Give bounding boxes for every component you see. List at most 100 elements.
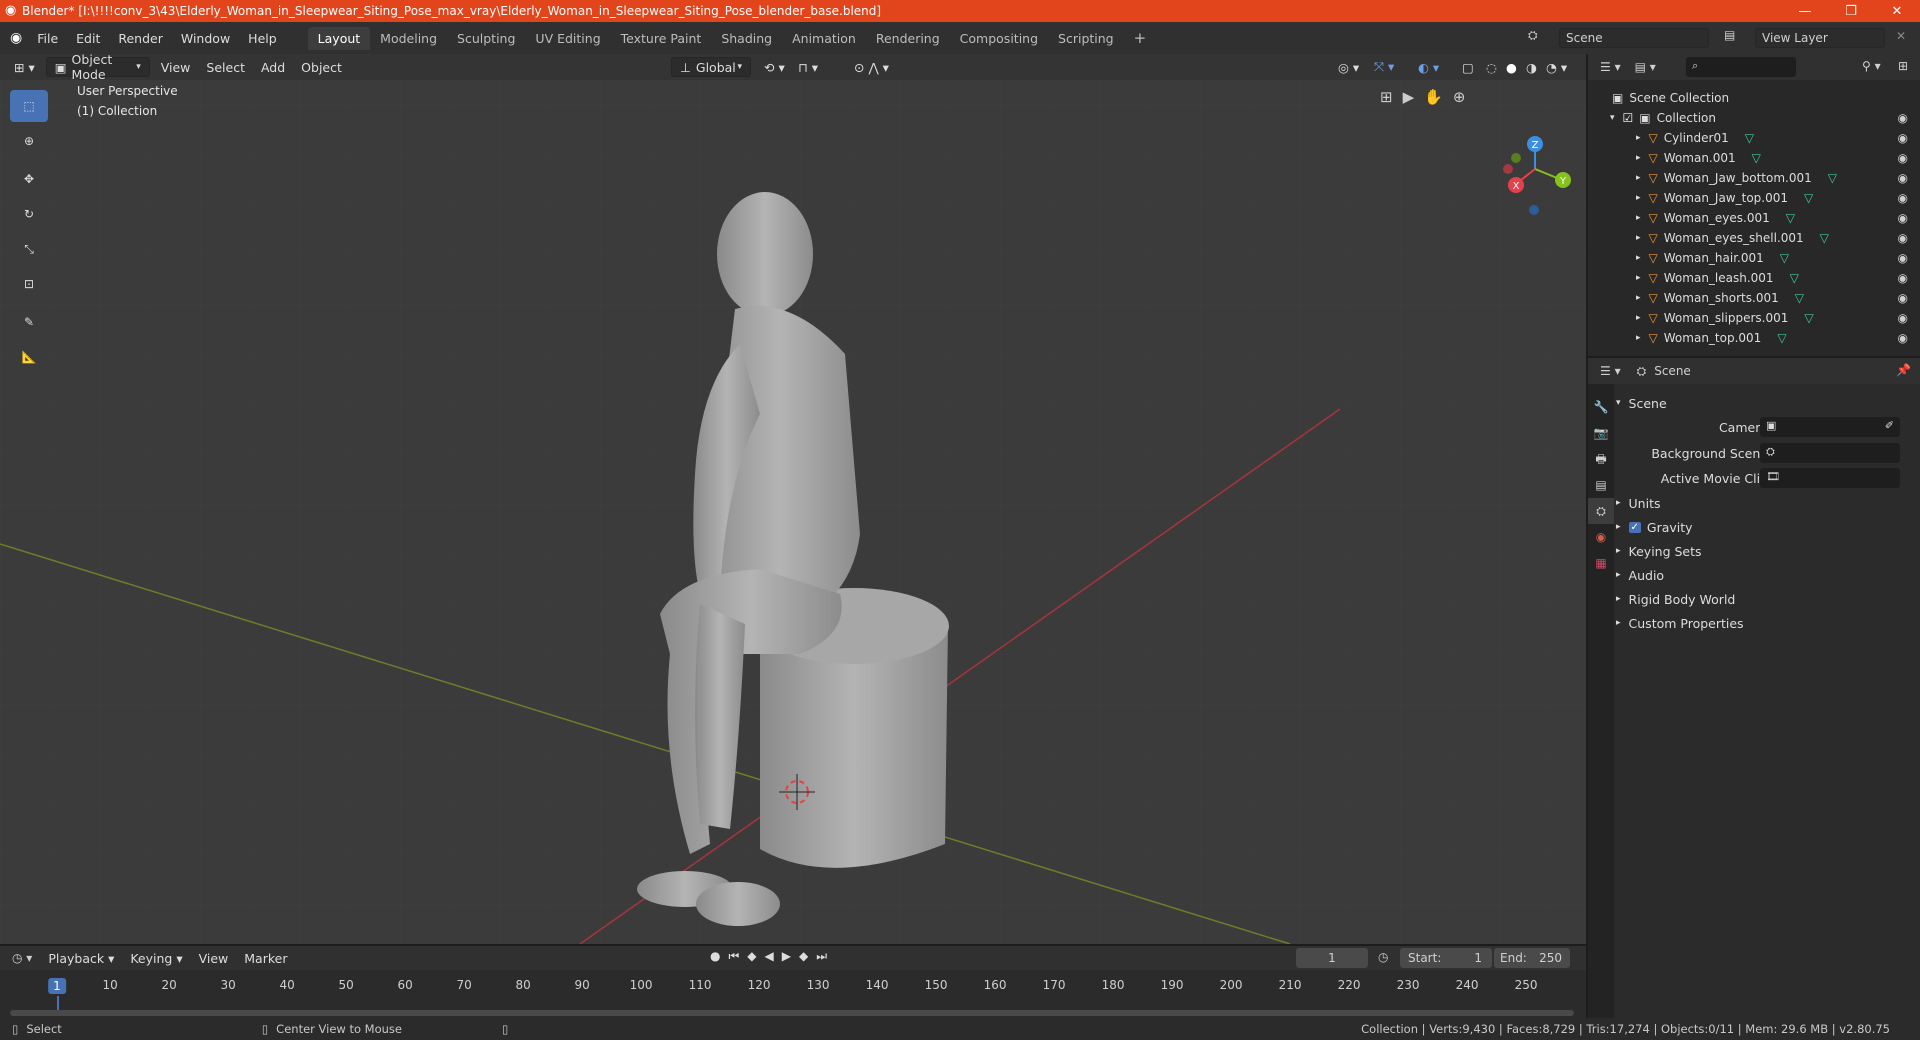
scale-tool[interactable]: ⤡: [10, 233, 48, 265]
tab-compositing[interactable]: Compositing: [950, 27, 1048, 50]
expand-arrow-icon[interactable]: ▸: [1636, 213, 1641, 223]
render-tab-icon[interactable]: 📷: [1588, 420, 1614, 446]
mesh-data-icon[interactable]: ▽: [1795, 291, 1804, 305]
outliner-object-row[interactable]: ▸ ▽ Woman_shorts.001 ▽ ◉: [1588, 288, 1920, 308]
mesh-data-icon[interactable]: ▽: [1820, 231, 1829, 245]
mesh-data-icon[interactable]: ▽: [1804, 311, 1813, 325]
outliner-object-row[interactable]: ▸ ▽ Woman_Jaw_top.001 ▽ ◉: [1588, 188, 1920, 208]
eye-icon[interactable]: ◉: [1898, 291, 1908, 305]
scene-tab-icon[interactable]: ⛭: [1588, 498, 1614, 524]
jump-end-icon[interactable]: ⏭: [816, 949, 827, 964]
play-icon[interactable]: ▶: [782, 949, 791, 964]
expand-arrow-icon[interactable]: ▸: [1636, 193, 1641, 203]
menu-marker[interactable]: Marker: [236, 948, 295, 968]
mesh-data-icon[interactable]: ▽: [1790, 271, 1799, 285]
expand-arrow-icon[interactable]: ▸: [1636, 313, 1641, 323]
expand-arrow-icon[interactable]: ▸: [1636, 293, 1641, 303]
tab-scripting[interactable]: Scripting: [1048, 27, 1124, 50]
eye-icon[interactable]: ◉: [1898, 131, 1908, 145]
menu-window[interactable]: Window: [172, 31, 239, 46]
checkbox-icon[interactable]: ☑: [1623, 111, 1634, 125]
close-button[interactable]: ✕: [1874, 0, 1920, 22]
eye-icon[interactable]: ◉: [1898, 311, 1908, 325]
tab-animation[interactable]: Animation: [782, 27, 866, 50]
eye-icon[interactable]: ◉: [1898, 171, 1908, 185]
expand-arrow-icon[interactable]: ▸: [1636, 173, 1641, 183]
overlays-toggle-icon[interactable]: ◐ ▾: [1410, 57, 1447, 77]
toggle-camera-view-icon[interactable]: ⊞: [1380, 88, 1393, 106]
outliner-editor-icon[interactable]: ☰ ▾: [1600, 60, 1621, 74]
eye-icon[interactable]: ◉: [1898, 211, 1908, 225]
mesh-data-icon[interactable]: ▽: [1777, 331, 1786, 345]
gizmo-toggle-icon[interactable]: ⤧ ▾: [1366, 57, 1402, 77]
properties-section-gravity[interactable]: ▸ ✓ Gravity: [1616, 516, 1916, 538]
scene-browse-icon[interactable]: ⛭: [1528, 28, 1538, 43]
outliner-search-input[interactable]: ⌕: [1686, 57, 1796, 77]
measure-tool[interactable]: 📐: [10, 341, 48, 373]
eye-icon[interactable]: ◉: [1898, 231, 1908, 245]
timeline-editor-icon[interactable]: ◷ ▾: [12, 951, 32, 965]
move-tool[interactable]: ✥: [10, 163, 48, 195]
menu-view[interactable]: View: [153, 57, 199, 77]
expand-arrow-icon[interactable]: ▸: [1636, 253, 1641, 263]
menu-help[interactable]: Help: [239, 31, 286, 46]
properties-editor-icon[interactable]: ☰ ▾: [1600, 364, 1621, 378]
filter-icon[interactable]: ⚲ ▾: [1862, 59, 1881, 73]
mesh-data-icon[interactable]: ▽: [1752, 151, 1761, 165]
menu-playback[interactable]: Playback ▾: [40, 948, 122, 968]
menu-file[interactable]: File: [28, 31, 67, 46]
annotate-tool[interactable]: ✎: [10, 306, 48, 338]
outliner-object-row[interactable]: ▸ ▽ Woman_slippers.001 ▽ ◉: [1588, 308, 1920, 328]
add-workspace-button[interactable]: +: [1124, 25, 1157, 51]
maximize-button[interactable]: ❐: [1828, 0, 1874, 22]
menu-add[interactable]: Add: [253, 57, 293, 77]
eye-icon[interactable]: ◉: [1898, 271, 1908, 285]
cursor-tool[interactable]: ⊕: [10, 125, 48, 157]
view-layer-icon[interactable]: ▤: [1724, 28, 1735, 42]
scene-selector[interactable]: Scene: [1559, 28, 1709, 48]
new-collection-icon[interactable]: ⊞: [1898, 59, 1908, 73]
jump-start-icon[interactable]: ⏮: [728, 949, 739, 964]
snap-icon[interactable]: ⊓ ▾: [790, 57, 826, 77]
properties-section-audio[interactable]: ▸ Audio: [1616, 564, 1916, 586]
outliner-object-row[interactable]: ▸ ▽ Woman.001 ▽ ◉: [1588, 148, 1920, 168]
tab-texture-paint[interactable]: Texture Paint: [611, 27, 712, 50]
gravity-checkbox[interactable]: ✓: [1628, 521, 1641, 533]
mesh-data-icon[interactable]: ▽: [1745, 131, 1754, 145]
menu-select[interactable]: Select: [198, 57, 253, 77]
texture-tab-icon[interactable]: ▦: [1588, 550, 1614, 576]
camera-icon[interactable]: ▶: [1403, 88, 1415, 106]
eye-icon[interactable]: ◉: [1898, 111, 1908, 125]
eyedropper-icon[interactable]: ✐: [1885, 419, 1894, 432]
start-frame-field[interactable]: Start: 1: [1400, 948, 1492, 968]
proportional-edit-icon[interactable]: ⊙ ⋀ ▾: [846, 57, 897, 77]
timeline-scrollbar[interactable]: [10, 1010, 1574, 1016]
properties-section-custom-properties[interactable]: ▸ Custom Properties: [1616, 612, 1916, 634]
pivot-point-icon[interactable]: ⟲ ▾: [756, 57, 793, 77]
menu-keying[interactable]: Keying ▾: [122, 948, 190, 968]
tab-rendering[interactable]: Rendering: [866, 27, 950, 50]
view-layer-selector[interactable]: View Layer: [1755, 28, 1885, 48]
rendered-shading-icon[interactable]: ◔ ▾: [1538, 57, 1575, 77]
eye-icon[interactable]: ◉: [1898, 191, 1908, 205]
properties-section-units[interactable]: ▸ Units: [1616, 492, 1916, 514]
eye-icon[interactable]: ◉: [1898, 331, 1908, 345]
mesh-data-icon[interactable]: ▽: [1828, 171, 1837, 185]
output-tab-icon[interactable]: 🖶: [1588, 446, 1614, 472]
world-tab-icon[interactable]: ◉: [1588, 524, 1614, 550]
expand-arrow-icon[interactable]: ▸: [1636, 273, 1641, 283]
outliner-object-row[interactable]: ▸ ▽ Woman_eyes.001 ▽ ◉: [1588, 208, 1920, 228]
scene-panel-header[interactable]: ▾ Scene: [1616, 392, 1916, 414]
background-scene-field[interactable]: ⛭: [1760, 443, 1900, 463]
display-mode-icon[interactable]: ▤ ▾: [1635, 60, 1656, 74]
camera-field[interactable]: ▣ ✐: [1760, 417, 1900, 437]
active-movie-clip-field[interactable]: 🎞: [1760, 468, 1900, 488]
mesh-data-icon[interactable]: ▽: [1780, 251, 1789, 265]
3d-viewport[interactable]: Z Y X ⊞ ▾ ▣ Object Mode ▾ View Select Ad…: [0, 54, 1586, 944]
expand-arrow-icon[interactable]: ▸: [1636, 333, 1641, 343]
scene-collection-row[interactable]: ▣ Scene Collection: [1588, 88, 1920, 108]
tool-tab-icon[interactable]: 🔧: [1588, 394, 1614, 420]
rotate-tool[interactable]: ↻: [10, 198, 48, 230]
remove-view-layer-icon[interactable]: ✕: [1896, 29, 1906, 43]
tab-uv-editing[interactable]: UV Editing: [525, 27, 610, 50]
